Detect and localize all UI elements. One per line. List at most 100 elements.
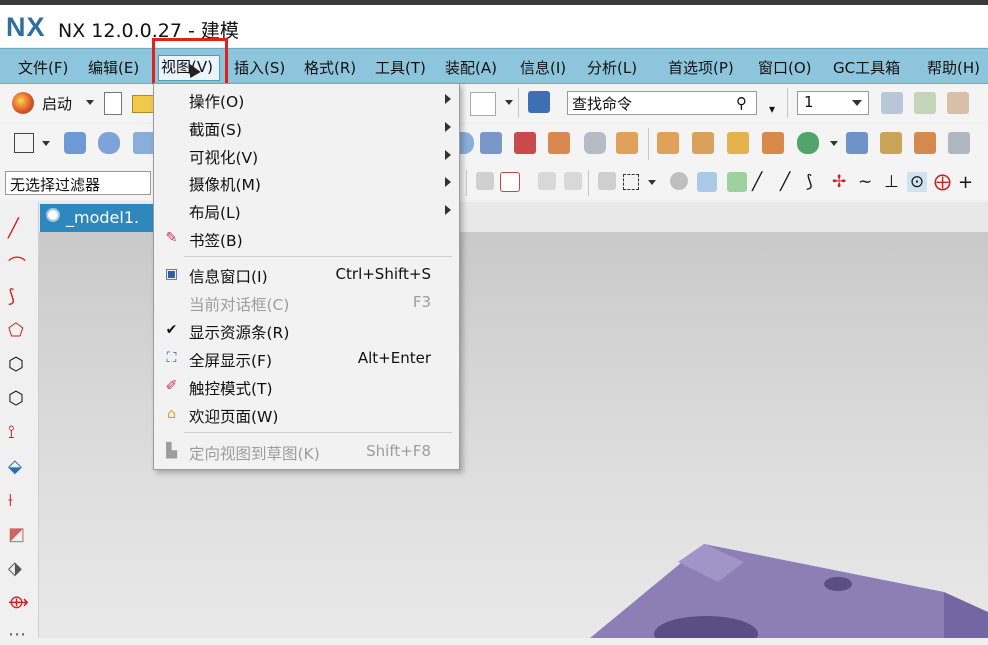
trim-body-icon[interactable]: [914, 132, 936, 154]
start-button[interactable]: 启动: [42, 93, 72, 114]
show-body-icon[interactable]: [697, 172, 717, 192]
shell-icon[interactable]: [762, 132, 784, 154]
menu-format[interactable]: 格式(R): [304, 57, 356, 78]
thread-icon[interactable]: [584, 132, 606, 154]
select-area-icon[interactable]: [500, 172, 520, 192]
mirror-icon[interactable]: [880, 132, 902, 154]
menu-separator: [184, 256, 452, 257]
menu-insert[interactable]: 插入(S): [234, 57, 285, 78]
perpendicular-snap-icon[interactable]: ⊥: [884, 172, 899, 192]
project-curve-icon[interactable]: ⟊: [8, 490, 13, 511]
sketch-icon[interactable]: [14, 133, 34, 153]
menu-item-label: 布局(L): [189, 204, 241, 222]
menu-assembly[interactable]: 装配(A): [445, 57, 497, 78]
face-rule-icon[interactable]: [564, 172, 582, 190]
menu-item-label: 操作(O): [189, 93, 245, 111]
snap-grid-icon[interactable]: [727, 172, 747, 192]
submenu-arrow-icon: [445, 150, 451, 160]
menu-window[interactable]: 窗口(O): [758, 57, 812, 78]
line-snap-icon[interactable]: ╱: [752, 172, 762, 192]
arc-icon[interactable]: ⌒: [8, 252, 26, 278]
center-snap-icon[interactable]: ⊙: [907, 172, 927, 192]
cone-icon[interactable]: [133, 132, 155, 154]
menu-analysis[interactable]: 分析(L): [587, 57, 637, 78]
menu-item-bookmark[interactable]: ✎ 书签(B): [154, 226, 459, 252]
curve-rule-icon[interactable]: [538, 172, 556, 190]
move-to-layer-icon[interactable]: [914, 92, 936, 114]
line-icon[interactable]: ╱: [8, 218, 19, 239]
pad-icon[interactable]: [616, 132, 638, 154]
split-body-icon[interactable]: [948, 132, 970, 154]
new-file-icon[interactable]: [104, 92, 122, 115]
copy-to-layer-icon[interactable]: [947, 92, 969, 114]
draft-icon[interactable]: [657, 132, 679, 154]
isoparametric-icon[interactable]: ⟴: [8, 592, 29, 613]
menu-tools[interactable]: 工具(T): [375, 57, 426, 78]
menu-item-camera[interactable]: 摄像机(M): [154, 170, 459, 196]
text-icon[interactable]: ⟟: [8, 422, 15, 443]
command-finder-icon[interactable]: [528, 91, 550, 113]
menu-item-section[interactable]: 截面(S): [154, 115, 459, 141]
menu-item-welcome-page[interactable]: ⌂ 欢迎页面(W): [154, 402, 459, 428]
arc-snap-icon[interactable]: ⟆: [806, 172, 813, 192]
offset-curve-icon[interactable]: ⬙: [8, 456, 22, 477]
menu-item-info-window[interactable]: ▣ 信息窗口(I) Ctrl+Shift+S: [154, 262, 459, 288]
menu-file[interactable]: 文件(F): [18, 57, 68, 78]
chevron-down-icon[interactable]: [86, 100, 94, 105]
endpoint-snap-icon[interactable]: ╱: [780, 172, 790, 192]
snap-point-icon[interactable]: [476, 172, 494, 190]
existing-point-snap-icon[interactable]: +: [958, 172, 973, 193]
boss-icon[interactable]: [514, 132, 536, 154]
point-set-icon[interactable]: ⬠: [8, 320, 24, 341]
unite-icon[interactable]: [797, 132, 819, 154]
block-icon[interactable]: [64, 132, 86, 154]
search-input[interactable]: 查找命令: [567, 91, 757, 115]
menu-item-touch-mode[interactable]: ✐ 触控模式(T): [154, 374, 459, 400]
fullscreen-icon: ⛶: [166, 350, 177, 366]
more-curves-icon[interactable]: ⋯: [8, 624, 26, 645]
tab-model1[interactable]: _model1.: [40, 204, 158, 232]
menu-gc-toolbox[interactable]: GC工具箱: [833, 57, 900, 78]
search-icon[interactable]: ⚲: [736, 94, 747, 112]
info-window-icon: ▣: [164, 266, 179, 282]
hole-icon[interactable]: [480, 132, 502, 154]
selection-filter-select[interactable]: 无选择过滤器: [5, 171, 151, 195]
rectangle-select-icon[interactable]: [623, 174, 639, 190]
menu-item-operation[interactable]: 操作(O): [154, 87, 459, 113]
menu-item-layout[interactable]: 布局(L): [154, 198, 459, 224]
edge-blend-icon[interactable]: [692, 132, 714, 154]
hexagon-icon[interactable]: ⬡: [8, 388, 24, 409]
chamfer-icon[interactable]: [727, 132, 749, 154]
menu-item-visualization[interactable]: 可视化(V): [154, 143, 459, 169]
extract-curve-icon[interactable]: ⬗: [8, 558, 22, 579]
pocket-icon[interactable]: [548, 132, 570, 154]
chevron-down-icon[interactable]: [852, 100, 862, 106]
menu-info[interactable]: 信息(I): [520, 57, 566, 78]
menu-help[interactable]: 帮助(H): [927, 57, 980, 78]
menu-item-shortcut: F3: [412, 293, 431, 311]
snap-settings-icon[interactable]: [598, 172, 616, 190]
menu-item-full-screen[interactable]: ⛶ 全屏显示(F) Alt+Enter: [154, 346, 459, 372]
chevron-down-icon[interactable]: [42, 141, 50, 146]
color-swatch[interactable]: [470, 92, 496, 116]
quadrant-snap-icon[interactable]: ⨁: [934, 172, 951, 192]
layer-settings-icon[interactable]: [881, 92, 903, 114]
menu-edit[interactable]: 编辑(E): [88, 57, 139, 78]
pattern-icon[interactable]: [846, 132, 868, 154]
tangent-snap-icon[interactable]: ∼: [858, 172, 872, 192]
chevron-down-icon[interactable]: [648, 180, 656, 185]
polygon-icon[interactable]: ⬡: [8, 354, 24, 375]
intersection-snap-icon[interactable]: ✢: [832, 172, 846, 192]
menu-item-show-resource-bar[interactable]: ✔ 显示资源条(R): [154, 318, 459, 344]
separator: [648, 128, 649, 160]
open-folder-icon[interactable]: [132, 95, 154, 113]
chevron-down-icon[interactable]: [830, 141, 838, 146]
menu-preferences[interactable]: 首选项(P): [668, 57, 734, 78]
cylinder-icon[interactable]: [98, 132, 120, 154]
chevron-down-icon[interactable]: ▾: [769, 102, 775, 116]
submenu-arrow-icon: [445, 177, 451, 187]
studio-spline-icon[interactable]: ⟆: [8, 286, 15, 307]
view-cloud-icon[interactable]: [670, 172, 688, 190]
chevron-down-icon[interactable]: [505, 100, 513, 105]
bridge-curve-icon[interactable]: ◩: [8, 524, 25, 545]
